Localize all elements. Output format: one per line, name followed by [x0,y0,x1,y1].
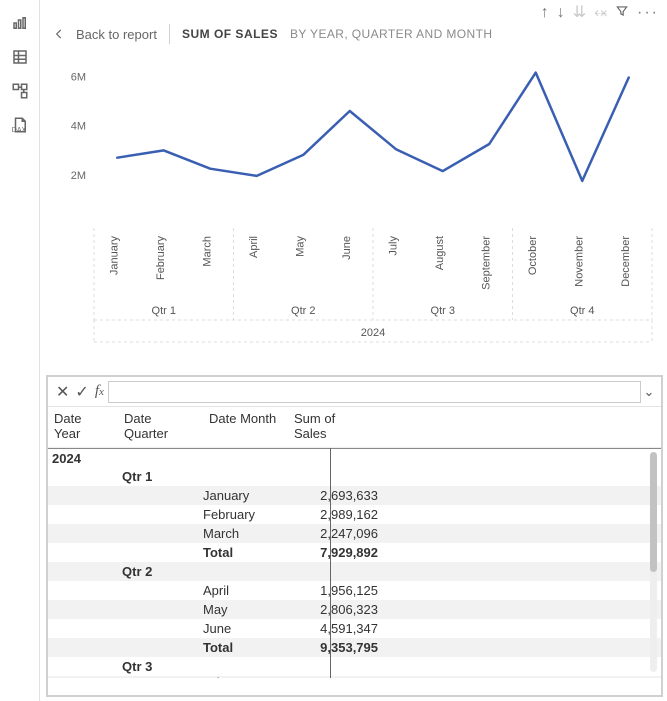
svg-text:2024: 2024 [361,327,385,339]
dax-view-icon[interactable]: DAX [0,108,40,142]
svg-text:June: June [341,236,353,260]
back-label: Back to report [76,27,157,42]
year-cell: 2024 [48,451,118,466]
svg-text:Qtr 1: Qtr 1 [152,305,176,317]
formula-bar: ✕ ✓ fx ⌄ [48,377,661,407]
drill-up-icon[interactable]: ↑ [541,5,549,21]
svg-text:4M: 4M [71,121,86,133]
col-date-quarter[interactable]: Date Quarter [118,411,203,441]
quarter-cell: Qtr 2 [118,564,203,579]
data-table-pane: ✕ ✓ fx ⌄ Date Year Date Quarter Date Mon… [46,375,663,697]
svg-text:Qtr 2: Qtr 2 [291,305,315,317]
back-to-report-button[interactable]: Back to report [52,27,157,42]
quarter-cell: Qtr 3 [118,659,203,674]
more-options-icon[interactable]: ··· [637,5,659,21]
table-header-row: Date Year Date Quarter Date Month Sum of… [48,407,661,448]
quarter-cell: Qtr 1 [118,469,203,484]
visual-title-primary: SUM OF SALES [182,27,278,41]
svg-text:February: February [155,236,167,281]
table-body: 2024 Qtr 1 January2,693,633 February2,98… [48,448,661,678]
table-scrollbar-thumb[interactable] [650,452,657,572]
svg-text:November: November [573,236,585,287]
line-chart[interactable]: 2M 4M 6M January February March April May June Ju… [40,54,667,344]
expand-all-icon[interactable]: ⬾ [594,5,607,21]
expand-down-icon[interactable]: ⇊ [573,5,586,21]
svg-text:Qtr 3: Qtr 3 [431,305,455,317]
commit-icon[interactable]: ✓ [75,382,88,402]
cancel-icon[interactable]: ✕ [56,382,69,402]
fx-icon[interactable]: fx [95,383,104,400]
drill-down-icon[interactable]: ↓ [557,5,565,21]
formula-dropdown-icon[interactable]: ⌄ [641,384,657,400]
svg-text:2M: 2M [71,170,86,182]
svg-text:September: September [480,236,492,290]
formula-input[interactable] [108,381,641,403]
svg-text:August: August [434,236,446,270]
svg-text:July: July [387,236,399,256]
filter-icon[interactable] [615,4,629,22]
svg-text:April: April [248,236,260,258]
report-view-icon[interactable] [0,6,40,40]
visual-title-secondary: BY YEAR, QUARTER AND MONTH [290,27,492,41]
view-rail: DAX [0,0,40,701]
drill-actions: ↑ ↓ ⇊ ⬾ ··· [541,4,659,22]
svg-text:6M: 6M [71,71,86,83]
svg-text:May: May [294,236,306,257]
data-view-icon[interactable] [0,40,40,74]
svg-text:January: January [108,236,120,276]
svg-text:December: December [620,236,632,287]
col-date-month[interactable]: Date Month [203,411,288,441]
col-date-year[interactable]: Date Year [48,411,118,441]
model-view-icon[interactable] [0,74,40,108]
svg-text:October: October [527,236,539,275]
svg-text:March: March [201,236,213,267]
svg-text:Qtr 4: Qtr 4 [570,305,594,317]
col-sum-of-sales[interactable]: Sum of Sales [288,411,378,441]
